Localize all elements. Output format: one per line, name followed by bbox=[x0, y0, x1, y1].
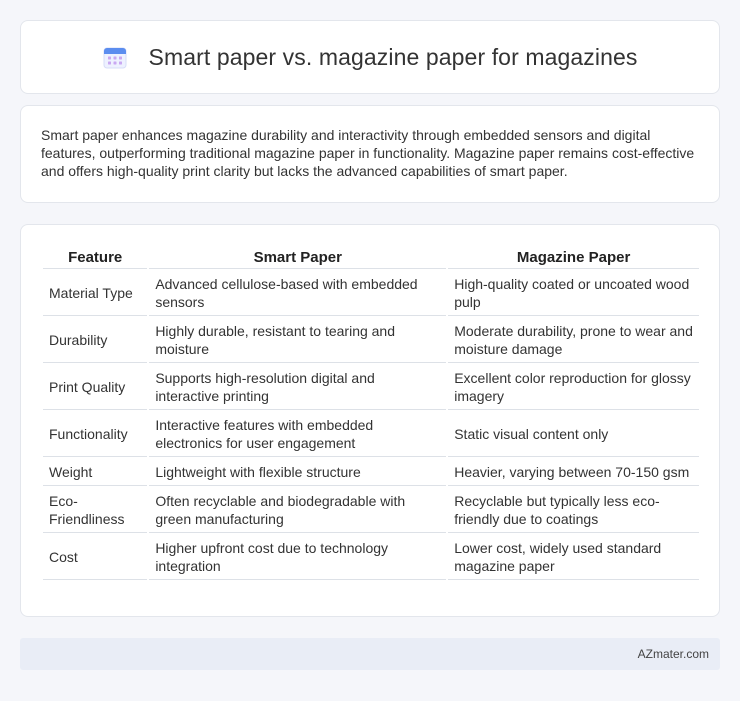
smart-paper-cell: Lightweight with flexible structure bbox=[149, 459, 447, 486]
smart-paper-cell: Advanced cellulose-based with embedded s… bbox=[149, 271, 447, 316]
calendar-icon bbox=[103, 45, 127, 69]
magazine-paper-cell: Lower cost, widely used standard magazin… bbox=[448, 535, 699, 580]
title-card: Smart paper vs. magazine paper for magaz… bbox=[20, 20, 720, 94]
table-row: Durability Highly durable, resistant to … bbox=[43, 318, 699, 363]
footer: AZmater.com bbox=[20, 638, 720, 670]
smart-paper-cell: Often recyclable and biodegradable with … bbox=[149, 488, 447, 533]
magazine-paper-cell: High-quality coated or uncoated wood pul… bbox=[448, 271, 699, 316]
magazine-paper-cell: Moderate durability, prone to wear and m… bbox=[448, 318, 699, 363]
magazine-paper-cell: Excellent color reproduction for glossy … bbox=[448, 365, 699, 410]
smart-paper-cell: Interactive features with embedded elect… bbox=[149, 412, 447, 457]
feature-cell: Eco-Friendliness bbox=[43, 488, 148, 533]
magazine-paper-cell: Heavier, varying between 70-150 gsm bbox=[448, 459, 699, 486]
magazine-paper-cell: Recyclable but typically less eco-friend… bbox=[448, 488, 699, 533]
smart-paper-cell: Highly durable, resistant to tearing and… bbox=[149, 318, 447, 363]
feature-cell: Functionality bbox=[43, 412, 148, 457]
page-title: Smart paper vs. magazine paper for magaz… bbox=[148, 43, 638, 70]
table-row: Functionality Interactive features with … bbox=[43, 412, 699, 457]
comparison-table: Feature Smart Paper Magazine Paper Mater… bbox=[41, 245, 701, 582]
feature-cell: Durability bbox=[43, 318, 148, 363]
feature-cell: Weight bbox=[43, 459, 148, 486]
table-row: Print Quality Supports high-resolution d… bbox=[43, 365, 699, 410]
footer-brand-link[interactable]: AZmater.com bbox=[638, 647, 709, 661]
smart-paper-cell: Higher upfront cost due to technology in… bbox=[149, 535, 447, 580]
table-row: Cost Higher upfront cost due to technolo… bbox=[43, 535, 699, 580]
table-row: Material Type Advanced cellulose-based w… bbox=[43, 271, 699, 316]
header-smart-paper: Smart Paper bbox=[149, 247, 447, 269]
smart-paper-cell: Supports high-resolution digital and int… bbox=[149, 365, 447, 410]
feature-cell: Print Quality bbox=[43, 365, 148, 410]
header-magazine-paper: Magazine Paper bbox=[448, 247, 699, 269]
header-feature: Feature bbox=[43, 247, 148, 269]
feature-cell: Material Type bbox=[43, 271, 148, 316]
summary-card: Smart paper enhances magazine durability… bbox=[20, 105, 720, 203]
feature-cell: Cost bbox=[43, 535, 148, 580]
magazine-paper-cell: Static visual content only bbox=[448, 412, 699, 457]
table-header-row: Feature Smart Paper Magazine Paper bbox=[43, 247, 699, 269]
table-row: Eco-Friendliness Often recyclable and bi… bbox=[43, 488, 699, 533]
comparison-table-card: Feature Smart Paper Magazine Paper Mater… bbox=[20, 224, 720, 617]
summary-text: Smart paper enhances magazine durability… bbox=[41, 127, 695, 179]
table-row: Weight Lightweight with flexible structu… bbox=[43, 459, 699, 486]
